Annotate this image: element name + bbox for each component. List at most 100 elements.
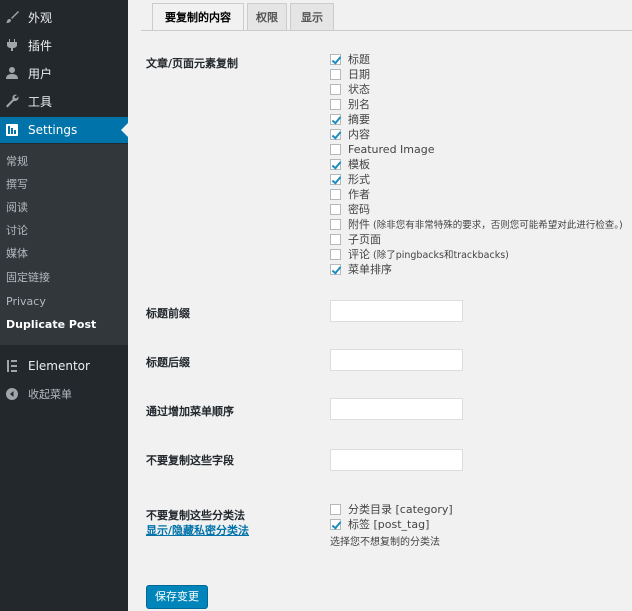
checkbox-label: 日期: [348, 68, 370, 81]
checkbox-label: 子页面: [348, 233, 381, 246]
menu-item-elementor[interactable]: Elementor: [0, 353, 128, 379]
checkbox[interactable]: [330, 128, 341, 140]
checkbox-label: 标题: [348, 53, 370, 66]
checkbox-note: (除了pingbacks和trackbacks): [373, 250, 509, 261]
checkbox-label: Featured Image: [348, 142, 435, 156]
title-prefix-label: 标题前缀: [146, 307, 190, 320]
tab-divider: [141, 30, 632, 31]
checkbox-label: 别名: [348, 98, 370, 111]
checkbox[interactable]: [330, 218, 341, 230]
title-suffix-input[interactable]: [330, 349, 463, 371]
menu-label: 用户: [28, 66, 53, 81]
checkbox-label: 菜单排序: [348, 263, 392, 276]
checkbox-row[interactable]: 密码: [330, 202, 370, 216]
plugin-icon: [4, 37, 20, 53]
checkbox-label: 密码: [348, 203, 370, 216]
checkbox-label: 作者: [348, 188, 370, 201]
checkbox[interactable]: [330, 68, 341, 80]
taxonomies-description: 选择您不想复制的分类法: [330, 537, 440, 548]
checkbox-label: 附件: [348, 218, 370, 231]
tab-display[interactable]: 显示: [290, 3, 334, 30]
menu-order-label: 通过增加菜单顺序: [146, 405, 234, 418]
wrench-icon: [4, 93, 20, 109]
checkbox[interactable]: [330, 503, 341, 515]
menu-label: 工具: [28, 94, 53, 109]
checkbox[interactable]: [330, 83, 341, 95]
submenu-item-general[interactable]: 常规: [6, 154, 28, 170]
menu-label: Settings: [28, 123, 78, 137]
checkbox[interactable]: [330, 203, 341, 215]
checkbox-row[interactable]: 内容: [330, 127, 370, 141]
checkbox-row[interactable]: 形式: [330, 172, 370, 186]
menu-item-plugins[interactable]: 插件: [0, 32, 128, 58]
checkbox-note: (除非您有非常特殊的要求，否则您可能希望对此进行检查。): [373, 220, 623, 231]
checkbox-label: 标签 [post_tag]: [348, 518, 430, 531]
submenu-item-writing[interactable]: 撰写: [6, 177, 28, 193]
submenu-item-privacy[interactable]: Privacy: [6, 294, 46, 310]
taxonomies-label: 不要复制这些分类法: [146, 509, 245, 522]
submenu-item-duplicate-post[interactable]: Duplicate Post: [6, 317, 96, 333]
admin-sidebar: 外观 插件 用户 工具 Settings 常规 撰写 阅读 讨论 媒体 固定链接…: [0, 0, 128, 611]
menu-order-input[interactable]: [330, 398, 463, 420]
skip-fields-input[interactable]: [330, 449, 463, 471]
checkbox[interactable]: [330, 248, 341, 260]
checkbox-row[interactable]: 标签 [post_tag]: [330, 517, 429, 531]
menu-label: 收起菜单: [28, 388, 72, 401]
checkbox[interactable]: [330, 143, 341, 155]
checkbox-row[interactable]: 分类目录 [category]: [330, 502, 453, 516]
title-prefix-input[interactable]: [330, 300, 463, 322]
menu-item-tools[interactable]: 工具: [0, 88, 128, 114]
menu-item-settings[interactable]: Settings: [0, 117, 128, 143]
checkbox-row[interactable]: 附件 (除非您有非常特殊的要求，否则您可能希望对此进行检查。): [330, 217, 623, 231]
submenu-item-discussion[interactable]: 讨论: [6, 223, 28, 239]
menu-label: 外观: [28, 10, 53, 25]
toggle-private-taxonomies-link[interactable]: 显示/隐藏私密分类法: [146, 522, 249, 538]
checkbox-row[interactable]: 模板: [330, 157, 370, 171]
elementor-icon: [4, 358, 20, 374]
checkbox-label: 评论: [348, 248, 370, 261]
checkbox[interactable]: [330, 53, 341, 65]
checkbox-row[interactable]: 子页面: [330, 232, 381, 246]
checkbox[interactable]: [330, 113, 341, 125]
tab-duplicate-content[interactable]: 要复制的内容: [152, 3, 244, 31]
menu-label: 插件: [28, 38, 53, 53]
checkbox[interactable]: [330, 233, 341, 245]
checkbox-label: 状态: [348, 83, 370, 96]
submenu-item-reading[interactable]: 阅读: [6, 200, 28, 216]
checkbox-label: 模板: [348, 158, 370, 171]
checkbox[interactable]: [330, 518, 341, 530]
checkbox-row[interactable]: 别名: [330, 97, 370, 111]
checkbox-label: 内容: [348, 128, 370, 141]
checkbox-row[interactable]: 菜单排序: [330, 262, 392, 276]
paintbrush-icon: [4, 9, 20, 25]
title-suffix-label: 标题后缀: [146, 356, 190, 369]
submenu-item-permalinks[interactable]: 固定链接: [6, 270, 50, 286]
checkbox-label: 摘要: [348, 113, 370, 126]
checkbox-row[interactable]: 日期: [330, 67, 370, 81]
skip-fields-label: 不要复制这些字段: [146, 454, 234, 467]
checkbox-row[interactable]: 作者: [330, 187, 370, 201]
menu-item-appearance[interactable]: 外观: [0, 4, 128, 30]
checkbox-row[interactable]: 状态: [330, 82, 370, 96]
save-changes-button[interactable]: 保存变更: [146, 585, 208, 609]
checkbox-row[interactable]: 标题: [330, 52, 370, 66]
checkbox[interactable]: [330, 173, 341, 185]
tab-permissions[interactable]: 权限: [247, 3, 287, 30]
menu-item-users[interactable]: 用户: [0, 60, 128, 86]
elements-label: 文章/页面元素复制: [146, 57, 239, 70]
checkbox[interactable]: [330, 263, 341, 275]
settings-icon: [4, 122, 20, 138]
checkbox-label: 分类目录 [category]: [348, 503, 453, 516]
checkbox-row[interactable]: 摘要: [330, 112, 370, 126]
submenu-item-media[interactable]: 媒体: [6, 246, 28, 262]
checkbox[interactable]: [330, 158, 341, 170]
checkbox-row[interactable]: 评论 (除了pingbacks和trackbacks): [330, 247, 509, 261]
checkbox[interactable]: [330, 98, 341, 110]
settings-submenu: 常规 撰写 阅读 讨论 媒体 固定链接 Privacy Duplicate Po…: [0, 144, 128, 345]
collapse-icon: [4, 386, 20, 402]
checkbox-label: 形式: [348, 173, 370, 186]
menu-label: Elementor: [28, 359, 90, 373]
checkbox-row[interactable]: Featured Image: [330, 142, 435, 156]
checkbox[interactable]: [330, 188, 341, 200]
collapse-menu-button[interactable]: 收起菜单: [0, 381, 128, 407]
